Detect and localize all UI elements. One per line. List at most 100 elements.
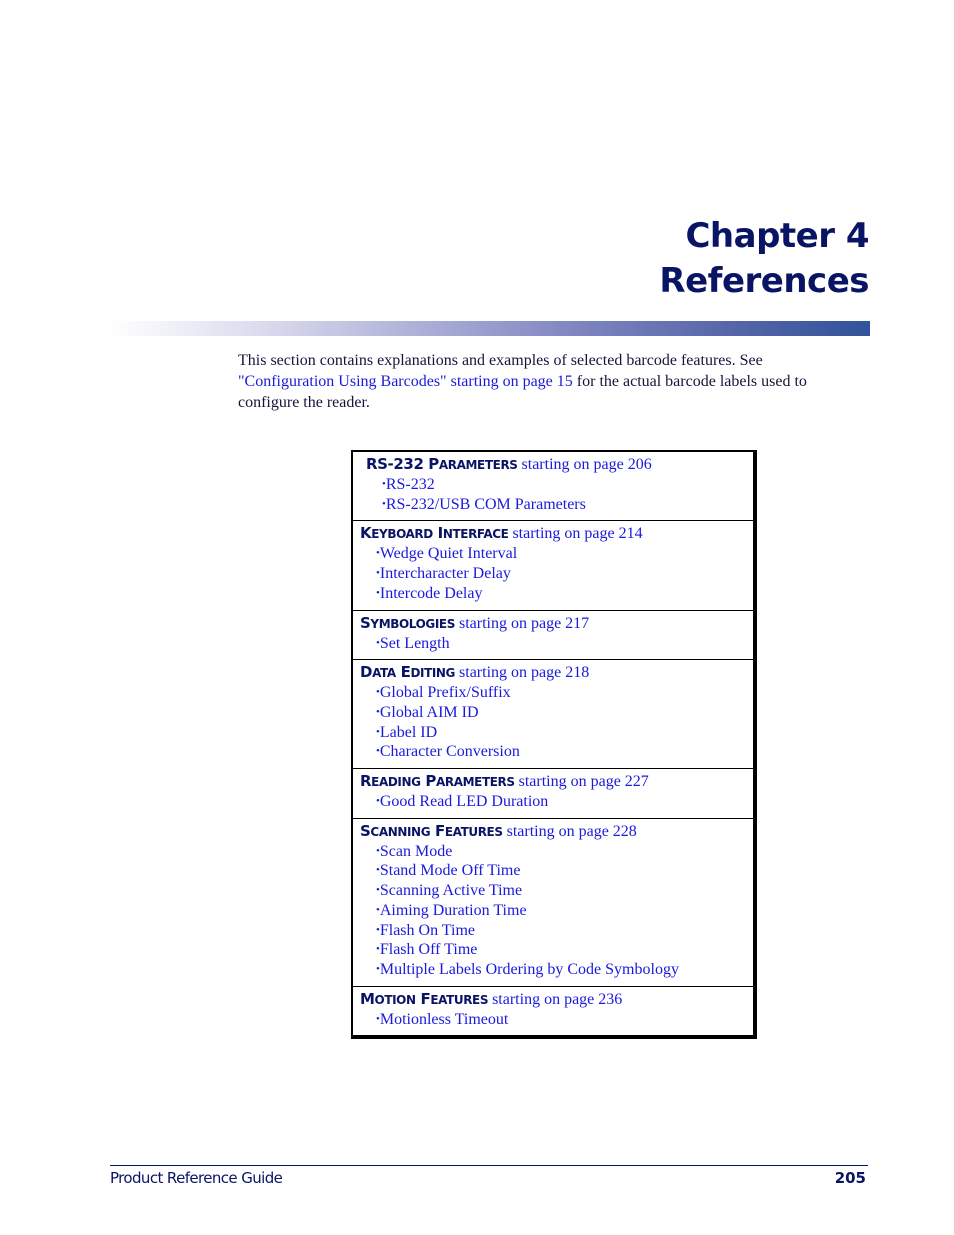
toc-item-link[interactable]: •Wedge Quiet Interval <box>360 544 753 564</box>
toc-item-label: Aiming Duration Time <box>379 901 527 919</box>
toc-item-link[interactable]: •Good Read LED Duration <box>360 792 753 812</box>
toc-title-part: NTERFACE <box>442 527 509 542</box>
toc-item-label: Set Length <box>379 634 450 652</box>
toc-page-link[interactable]: starting on page 218 <box>459 664 589 681</box>
toc-item-link[interactable]: •Set Length <box>360 634 753 654</box>
toc-section-heading: READING PARAMETERS starting on page 227 <box>360 772 753 792</box>
toc-title-part: I <box>432 524 444 543</box>
toc-title-part: F <box>430 821 445 840</box>
toc-item-label: Global Prefix/Suffix <box>379 684 511 702</box>
footer-page-number: 205 <box>834 1169 866 1187</box>
toc-item-label: Stand Mode Off Time <box>379 862 521 880</box>
toc-item-label: RS-232/USB COM Parameters <box>385 495 586 513</box>
toc-section: DATA EDITING starting on page 218 •Global… <box>353 659 753 768</box>
toc-section-heading: SYMBOLOGIES starting on page 217 <box>360 614 753 634</box>
toc-item-label: Flash On Time <box>379 921 475 939</box>
chapter-name: References <box>659 261 869 301</box>
toc-item-link[interactable]: •Multiple Labels Ordering by Code Symbol… <box>360 960 753 980</box>
toc-item-link[interactable]: •Global AIM ID <box>360 703 753 723</box>
toc-item-label: Scan Mode <box>379 842 453 860</box>
toc-section: READING PARAMETERS starting on page 227 •… <box>353 768 753 818</box>
toc-page-link[interactable]: starting on page 227 <box>519 773 649 790</box>
toc-title-part: CANNING <box>370 824 431 839</box>
toc-item-label: Scanning Active Time <box>379 882 523 900</box>
toc-item-label: Intercode Delay <box>379 584 483 602</box>
toc-section: SYMBOLOGIES starting on page 217 •Set Len… <box>353 609 753 660</box>
toc-item-link[interactable]: •RS-232 <box>366 475 753 495</box>
toc-title-part: EATURES <box>444 824 503 839</box>
toc-title-part: F <box>415 989 431 1008</box>
toc-title-part: ATA <box>372 666 396 681</box>
toc-section-heading: KEYBOARD INTERFACE starting on page 214 <box>360 524 753 544</box>
toc-item-label: Label ID <box>379 723 438 741</box>
toc-page-link[interactable]: starting on page 214 <box>512 525 642 542</box>
toc-section-title: DATA EDITING <box>360 663 455 681</box>
toc-section-title: RS-232 PARAMETERS <box>366 455 518 473</box>
toc-section: SCANNING FEATURES starting on page 228 •S… <box>353 817 753 986</box>
toc-item-link[interactable]: •Aiming Duration Time <box>360 901 753 921</box>
toc-title-part: K <box>360 524 372 543</box>
configuration-link[interactable]: "Configuration Using Barcodes" starting … <box>238 373 573 390</box>
toc-title-part: P <box>420 772 436 791</box>
toc-title-part: S <box>360 613 371 632</box>
footer-guide-title: Product Reference Guide <box>110 1169 283 1187</box>
toc-section-title: MOTION FEATURES <box>360 990 488 1008</box>
toc-item-link[interactable]: •Label ID <box>360 723 753 743</box>
toc-title-part: R <box>360 772 372 791</box>
toc-title-part: ARAMETERS <box>438 458 518 472</box>
toc-item-link[interactable]: •Flash On Time <box>360 921 753 941</box>
toc-title-part: E <box>395 663 411 682</box>
toc-item-label: Global AIM ID <box>379 703 479 721</box>
chapter-number: Chapter 4 <box>685 216 869 256</box>
toc-title-part: EYBOARD <box>371 527 433 542</box>
toc-section: MOTION FEATURES starting on page 236 •Mot… <box>353 985 753 1036</box>
toc-section: KEYBOARD INTERFACE starting on page 214 •… <box>353 520 753 609</box>
toc-title-part: YMBOLOGIES <box>370 616 455 631</box>
toc-title-part: EATURES <box>430 992 489 1007</box>
toc-page-link[interactable]: starting on page 236 <box>492 991 622 1008</box>
toc-item-label: Wedge Quiet Interval <box>379 545 518 563</box>
toc-page-link[interactable]: starting on page 228 <box>507 823 637 840</box>
toc-section: RS-232 PARAMETERS starting on page 206 •R… <box>353 452 753 520</box>
intro-paragraph: This section contains explanations and e… <box>238 350 838 413</box>
toc-title-part: ARAMETERS <box>435 775 515 790</box>
toc-section-title: SYMBOLOGIES <box>360 614 455 632</box>
toc-item-link[interactable]: •Character Conversion <box>360 742 753 762</box>
references-toc-box: RS-232 PARAMETERS starting on page 206 •R… <box>351 450 757 1040</box>
toc-page-link[interactable]: starting on page 206 <box>522 456 652 473</box>
toc-item-label: Flash Off Time <box>379 941 478 959</box>
toc-item-label: Intercharacter Delay <box>379 565 511 583</box>
toc-item-label: Character Conversion <box>379 743 520 761</box>
toc-item-link[interactable]: •Intercode Delay <box>360 584 753 604</box>
toc-title-part: RS-232 P <box>366 455 439 473</box>
toc-item-link[interactable]: •Global Prefix/Suffix <box>360 683 753 703</box>
intro-text-before: This section contains explanations and e… <box>238 352 763 369</box>
toc-item-link[interactable]: •Motionless Timeout <box>360 1010 753 1030</box>
toc-item-link[interactable]: •Intercharacter Delay <box>360 564 753 584</box>
toc-item-label: Motionless Timeout <box>379 1010 509 1028</box>
toc-title-part: OTION <box>374 992 417 1007</box>
toc-page-link[interactable]: starting on page 217 <box>459 615 589 632</box>
toc-title-part: S <box>360 821 371 840</box>
toc-title-part: D <box>360 663 373 682</box>
toc-item-link[interactable]: •Scan Mode <box>360 842 753 862</box>
toc-item-label: Multiple Labels Ordering by Code Symbolo… <box>379 960 679 978</box>
toc-section-heading: MOTION FEATURES starting on page 236 <box>360 990 753 1010</box>
toc-section-heading: DATA EDITING starting on page 218 <box>360 663 753 683</box>
toc-title-part: EADING <box>371 775 421 790</box>
chapter-gradient-bar <box>110 321 870 336</box>
toc-title-part: M <box>360 989 375 1008</box>
toc-item-link[interactable]: •Flash Off Time <box>360 940 753 960</box>
toc-title-part: DITING <box>410 666 456 681</box>
toc-section-title: SCANNING FEATURES <box>360 822 503 840</box>
chapter-title: Chapter 4 References <box>659 214 869 304</box>
toc-section-heading: RS-232 PARAMETERS starting on page 206 <box>366 455 753 475</box>
toc-item-link[interactable]: •RS-232/USB COM Parameters <box>366 495 753 515</box>
toc-section-title: KEYBOARD INTERFACE <box>360 524 509 543</box>
toc-item-label: Good Read LED Duration <box>379 793 549 811</box>
footer-divider <box>110 1165 868 1166</box>
toc-item-link[interactable]: •Scanning Active Time <box>360 881 753 901</box>
toc-item-link[interactable]: •Stand Mode Off Time <box>360 861 753 881</box>
toc-item-label: RS-232 <box>385 476 435 493</box>
toc-section-heading: SCANNING FEATURES starting on page 228 <box>360 822 753 842</box>
